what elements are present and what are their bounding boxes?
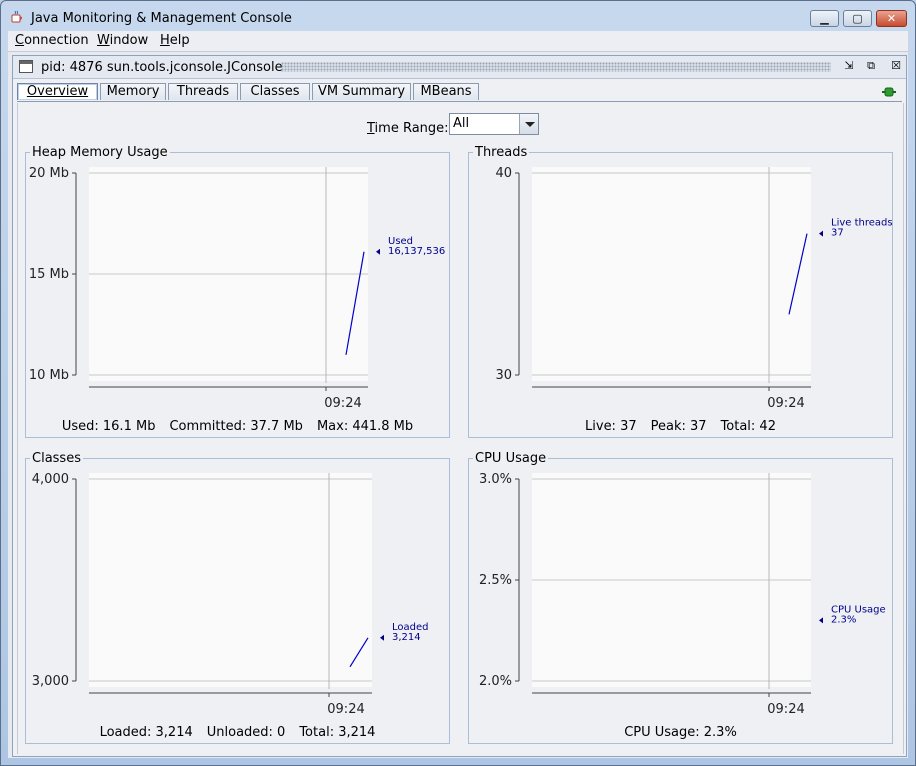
tab-classes-label: Classes [250, 84, 300, 99]
tab-vm-summary-label: VM Summary [317, 84, 406, 99]
frame-close-icon[interactable]: ☒ [889, 59, 903, 73]
y-tick-label: 10 Mb [29, 368, 69, 383]
x-tick-label: 09:24 [324, 396, 361, 411]
legend-value: 2.3% [831, 614, 856, 625]
threads-plot: 403009:24Live threads37 [495, 166, 892, 411]
x-tick-label: 09:24 [767, 396, 804, 411]
menu-connection-mnemonic: C [15, 33, 25, 48]
tab-memory-label: Memory [106, 84, 160, 99]
tab-bar: Overview Memory Threads Classes VM Summa… [17, 82, 902, 102]
frame-restore-icon[interactable]: ⧉ [864, 59, 878, 73]
title-grip [281, 62, 831, 72]
connection-status-icon [882, 87, 896, 97]
y-tick-label: 40 [495, 166, 512, 181]
summary-value: Live: 37 [585, 419, 637, 434]
y-tick-label: 3.0% [479, 472, 512, 487]
connection-frame: pid: 4876 sun.tools.jconsole.JConsole ⇲ … [12, 55, 907, 757]
tab-threads[interactable]: Threads [168, 83, 238, 100]
maximize-icon: ▢ [852, 12, 863, 25]
menu-connection[interactable]: Connection [15, 33, 89, 48]
close-icon: ✕ [886, 12, 897, 25]
menu-bar: Connection Window Help [8, 31, 908, 52]
summary-value: Unloaded: 0 [206, 725, 286, 740]
cpu-usage-chart: CPU Usage 3.0% 2.5% 2.0% 09:24 CPU Usage 2.3%… [468, 451, 893, 744]
legend-marker [380, 634, 384, 641]
title-bar[interactable]: Java Monitoring & Management Console ▁ ▢… [1, 1, 915, 31]
time-range-label: Time Range: [367, 121, 449, 136]
chevron-down-icon[interactable] [519, 114, 538, 134]
tab-overview-label: Overview [26, 84, 89, 99]
minimize-button[interactable]: ▁ [810, 10, 839, 27]
tab-vm-summary[interactable]: VM Summary [312, 83, 411, 100]
cpu-summary: CPU Usage: 2.3% [469, 725, 892, 740]
window-title: Java Monitoring & Management Console [31, 11, 292, 26]
tab-classes[interactable]: Classes [240, 83, 310, 100]
time-range-select[interactable]: All [449, 113, 539, 135]
legend-marker [376, 248, 380, 255]
time-range-value: All [453, 116, 470, 131]
tab-mbeans[interactable]: MBeans [413, 83, 479, 100]
summary-value: Peak: 37 [650, 419, 707, 434]
tab-mbeans-label: MBeans [420, 84, 472, 99]
app-window: Java Monitoring & Management Console ▁ ▢… [0, 0, 916, 766]
menu-window[interactable]: Window [97, 33, 148, 48]
classes-plot: 4,0003,00009:24Loaded3,214 [32, 472, 429, 717]
x-tick-label: 09:24 [327, 702, 364, 717]
frame-title: pid: 4876 sun.tools.jconsole.JConsole [41, 60, 283, 75]
legend-value: 16,137,536 [388, 246, 445, 257]
tab-memory[interactable]: Memory [100, 83, 166, 100]
y-tick-label: 2.0% [479, 674, 512, 689]
menu-window-mnemonic: W [97, 33, 110, 48]
summary-value: Total: 3,214 [299, 725, 376, 740]
legend-value: 3,214 [392, 632, 421, 643]
summary-value: Used: 16.1 Mb [61, 419, 156, 434]
y-tick-label: 3,000 [32, 674, 69, 689]
maximize-button[interactable]: ▢ [843, 10, 872, 27]
y-tick-label: 2.5% [479, 573, 512, 588]
desktop-pane: pid: 4876 sun.tools.jconsole.JConsole ⇲ … [8, 52, 908, 758]
summary-value: Committed: 37.7 Mb [169, 419, 303, 434]
frame-title-bar[interactable]: pid: 4876 sun.tools.jconsole.JConsole ⇲ … [13, 56, 906, 79]
frame-minimize-icon[interactable]: ⇲ [842, 59, 856, 73]
tab-overview[interactable]: Overview [17, 83, 98, 100]
x-tick-label: 09:24 [767, 702, 804, 717]
y-tick-label: 20 Mb [29, 166, 69, 181]
y-tick-label: 15 Mb [29, 267, 69, 282]
summary-value: Total: 42 [720, 419, 776, 434]
summary-value: Loaded: 3,214 [99, 725, 193, 740]
menu-help[interactable]: Help [160, 33, 190, 48]
cpu-plot: 3.0%2.5%2.0%09:24CPU Usage2.3% [479, 472, 886, 717]
tab-divider [17, 101, 902, 102]
threads-chart: Threads 40 30 09:24 Live threads 37 Live: 37… [468, 145, 893, 438]
plot-area [89, 473, 372, 687]
summary-value: Max: 441.8 Mb [316, 419, 414, 434]
minimize-icon: ▁ [820, 12, 829, 25]
tab-threads-label: Threads [176, 84, 230, 99]
classes-summary: Loaded: 3,214 Unloaded: 0 Total: 3,214 [26, 725, 449, 740]
legend-marker [819, 617, 823, 624]
frame-window-icon [19, 60, 33, 73]
summary-value: CPU Usage: 2.3% [624, 725, 737, 740]
heap-plot: 20 Mb15 Mb10 Mb09:24Used16,137,536 [29, 166, 445, 411]
y-tick-label: 4,000 [32, 472, 69, 487]
close-button[interactable]: ✕ [876, 10, 907, 27]
java-cup-icon [11, 10, 22, 23]
threads-summary: Live: 37 Peak: 37 Total: 42 [469, 419, 892, 434]
heap-summary: Used: 16.1 Mb Committed: 37.7 Mb Max: 441.… [26, 419, 449, 434]
y-tick-label: 30 [495, 368, 512, 383]
menu-help-mnemonic: H [160, 33, 170, 48]
legend-value: 37 [831, 228, 844, 239]
legend-marker [819, 230, 823, 237]
heap-memory-chart: Heap Memory Usage 20 Mb 15 Mb 10 Mb 09:24 Us… [25, 145, 450, 438]
classes-chart: Classes 4,000 3,000 09:24 Loaded 3,214 Loade… [25, 451, 450, 744]
